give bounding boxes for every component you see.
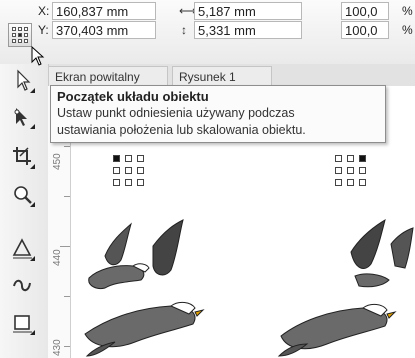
origin-handles-left[interactable] — [111, 153, 149, 191]
rectangle-tool[interactable] — [10, 310, 36, 336]
object-width-field[interactable]: 5,187 mm — [194, 2, 302, 20]
object-origin-tooltip: Początek układu obiektu Ustaw punkt odni… — [50, 85, 386, 143]
tooltip-description-line-1: Ustaw punkt odniesienia używany podczas — [57, 106, 295, 120]
scale-y-unit: % — [402, 23, 413, 37]
property-bar: X: 160,837 mm Y: 370,403 mm ⟷ 5,187 mm ↕… — [0, 0, 415, 65]
crop-tool[interactable] — [10, 144, 36, 170]
dimension-tool[interactable] — [10, 236, 36, 262]
tooltip-description-line-2: ustawiania położenia lub skalowania obie… — [57, 123, 306, 137]
tooltip-title: Początek układu obiektu — [57, 89, 209, 104]
pick-tool[interactable] — [10, 68, 36, 94]
tab-welcome-screen[interactable]: Ekran powitalny — [48, 66, 168, 86]
x-position-field[interactable]: 160,837 mm — [52, 2, 156, 20]
artistic-media-tool[interactable] — [10, 272, 36, 298]
height-icon: ↕ — [181, 23, 187, 37]
scale-x-unit: % — [402, 4, 413, 18]
y-position-field[interactable]: 370,403 mm — [52, 21, 156, 39]
origin-grid-icon — [12, 27, 28, 43]
zoom-tool[interactable] — [10, 182, 36, 208]
shape-tool[interactable] — [10, 104, 36, 130]
curve-icon — [13, 279, 31, 292]
scale-x-field[interactable]: 100,0 — [341, 2, 389, 20]
origin-handles-right[interactable] — [333, 153, 371, 191]
ruler-label-440: 440 — [52, 249, 63, 266]
object-height-field[interactable]: 5,331 mm — [194, 21, 302, 39]
mouse-cursor-icon — [31, 46, 45, 66]
y-label: Y: — [38, 23, 49, 37]
scale-y-field[interactable]: 100,0 — [341, 21, 389, 39]
document-tab-bar: Ekran powitalny Rysunek 1 — [48, 64, 415, 87]
eagle-graphic-left[interactable] — [75, 216, 245, 358]
tab-drawing-1[interactable]: Rysunek 1 — [172, 66, 272, 86]
x-label: X: — [38, 4, 50, 18]
eagle-graphic-right[interactable] — [271, 216, 415, 358]
toolbox — [0, 64, 49, 358]
object-origin-button[interactable] — [8, 23, 32, 47]
ruler-label-450: 450 — [52, 153, 63, 170]
ruler-label-430: 430 — [52, 339, 63, 356]
